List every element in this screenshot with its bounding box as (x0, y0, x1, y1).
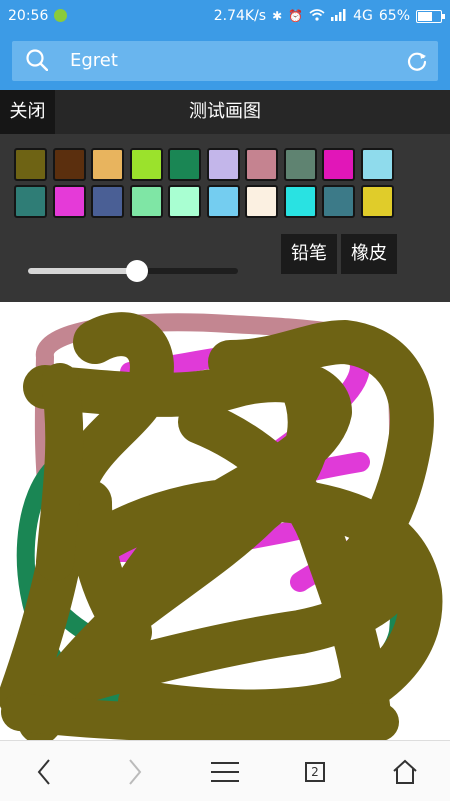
search-box[interactable]: Egret (12, 41, 438, 81)
forward-button[interactable] (118, 755, 152, 789)
drawing-strokes (0, 312, 443, 740)
alarm-icon: ⏰ (288, 9, 304, 23)
pencil-button[interactable]: 铅笔 (281, 234, 337, 274)
color-swatch[interactable] (360, 148, 394, 181)
slider-thumb[interactable] (126, 260, 149, 282)
color-swatch[interactable] (245, 148, 278, 181)
battery-percent: 65% (378, 8, 410, 24)
color-swatch[interactable] (322, 148, 355, 181)
signal-icon (331, 8, 347, 24)
forward-icon (129, 759, 142, 785)
menu-button[interactable] (208, 755, 242, 789)
menu-icon (211, 762, 239, 782)
home-icon (393, 759, 417, 784)
close-button[interactable]: 关闭 (0, 90, 55, 134)
back-icon (37, 759, 50, 785)
color-swatch[interactable] (168, 185, 201, 218)
color-swatch[interactable] (245, 185, 278, 218)
color-swatch[interactable] (360, 185, 394, 218)
bottom-navbar: 2 (0, 740, 450, 801)
status-right: 2.74K/s ✱ ⏰ 4G 65% (213, 8, 445, 24)
refresh-icon[interactable] (406, 50, 428, 72)
color-swatch[interactable] (14, 148, 47, 181)
color-swatch[interactable] (52, 185, 86, 218)
color-swatch[interactable] (129, 148, 163, 181)
tabs-button[interactable]: 2 (298, 755, 332, 789)
search-icon[interactable] (26, 49, 48, 71)
app-notification-icon (54, 9, 68, 22)
status-bar: 20:56 2.74K/s ✱ ⏰ 4G 65% (0, 0, 450, 34)
battery-icon (416, 9, 445, 23)
page-title: 测试画图 (189, 101, 261, 122)
slider-fill (28, 268, 138, 274)
search-input[interactable]: Egret (70, 50, 118, 71)
home-button[interactable] (388, 755, 422, 789)
drawing-panel: 测试画图 关闭 铅笔 橡皮 (0, 90, 450, 302)
browser-toolbar: Egret (0, 34, 450, 90)
color-swatch[interactable] (52, 148, 86, 181)
wifi-icon (309, 8, 325, 24)
color-swatch[interactable] (129, 185, 163, 218)
status-time: 20:56 (8, 8, 49, 24)
back-button[interactable] (27, 755, 61, 789)
color-swatch[interactable] (283, 148, 317, 181)
color-swatch[interactable] (91, 185, 124, 218)
color-swatch[interactable] (206, 185, 240, 218)
network-speed: 2.74K/s (213, 8, 267, 24)
bluetooth-icon: ✱ (272, 9, 283, 23)
color-swatch[interactable] (206, 148, 240, 181)
color-swatch[interactable] (283, 185, 317, 218)
color-swatch[interactable] (168, 148, 201, 181)
brush-size-slider[interactable] (28, 260, 238, 282)
tabs-icon: 2 (305, 762, 325, 782)
drawing-canvas[interactable] (0, 302, 450, 740)
color-swatch[interactable] (91, 148, 124, 181)
color-swatch[interactable] (14, 185, 47, 218)
status-left: 20:56 (8, 8, 68, 24)
color-swatch[interactable] (322, 185, 355, 218)
network-type: 4G (353, 8, 373, 24)
panel-titlebar: 测试画图 关闭 (0, 90, 450, 134)
eraser-button[interactable]: 橡皮 (341, 234, 397, 274)
